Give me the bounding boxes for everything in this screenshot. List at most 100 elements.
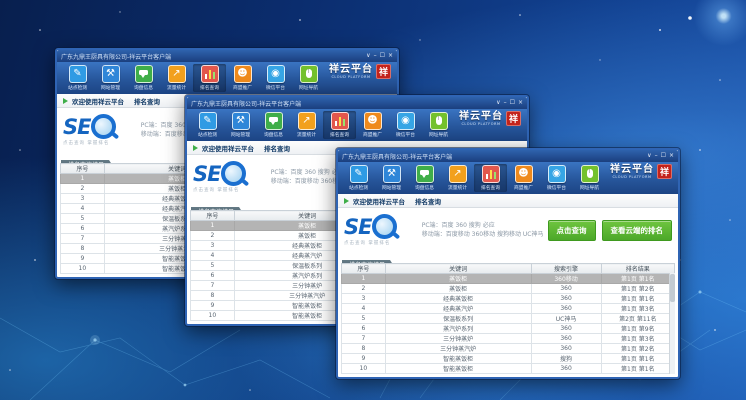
brand-name: 祥云平台 [459,112,503,122]
toolbar-item-label: 排名查询 [475,184,506,191]
toolbar-item-label: 询盘信息 [258,131,289,138]
toolbar-item-site-check[interactable]: ✎站点检测 [191,111,224,139]
alliance-promo-icon: ☻ [364,112,382,130]
col-header-index: 序号 [61,164,105,174]
cloud-rank-button[interactable]: 查看云端的排名 [602,220,673,241]
table-row[interactable]: 7三分钟蒸炉360第1页 第3名 [342,334,675,344]
brand-logo: 祥云平台 CLOUD PLATFORM 祥 [610,164,674,179]
close-button[interactable]: × [518,99,523,107]
table-row[interactable]: 6蒸汽炉系列360第1页 第9名 [342,324,675,334]
minimize-button[interactable]: – [374,52,377,60]
table-row[interactable]: 3经典蒸饭柜360第1页 第1名 [342,294,675,304]
site-nav-icon [581,165,599,183]
toolbar-item-site-manage[interactable]: ⚒网站管理 [94,64,127,92]
welcome-text: 欢迎使用祥云平台 [353,196,405,206]
table-row[interactable]: 8三分钟蒸汽炉360第1页 第2名 [342,344,675,354]
toolbar-item-label: 站点检测 [192,131,223,138]
seo-logo: SE 点击查询 掌握排名 [63,114,137,146]
table-header-row: 序号 关键词 搜索引擎 排名结果 [342,264,675,274]
toolbar-item-label: 网址导航 [293,84,324,91]
results-table: 序号 关键词 搜索引擎 排名结果 1蒸饭柜360移动第1页 第1名2蒸饭柜360… [341,263,675,374]
toolbar-item-site-nav[interactable]: 网址导航 [573,164,606,192]
window-titlebar[interactable]: 广东九鼎王厨具有限公司-祥云平台客户端 ∨–☐× [57,50,397,62]
welcome-text: 欢迎使用祥云平台 [72,96,124,106]
window-controls: ∨–☐× [496,99,523,107]
welcome-text: 欢迎使用祥云平台 [202,143,254,153]
close-button[interactable]: × [669,152,674,160]
brand-logo: 祥云平台 CLOUD PLATFORM 祥 [459,111,523,126]
table-row[interactable]: 4经典蒸汽炉360第1页 第3名 [342,304,675,314]
table-row[interactable]: 5保温板系列UC神马第2页 第11名 [342,314,675,324]
toolbar-item-inquiry-info[interactable]: 询盘信息 [408,164,441,192]
toolbar-item-rank-query[interactable]: 排名查询 [323,111,356,139]
toolbar-item-site-manage[interactable]: ⚒网站管理 [224,111,257,139]
toolbar-item-traffic-stats[interactable]: ↗流量统计 [441,164,474,192]
table-row[interactable]: 9智能蒸饭柜搜狗第1页 第1名 [342,354,675,364]
traffic-stats-icon: ↗ [449,165,467,183]
skin-button[interactable]: ∨ [647,152,651,160]
col-header-rank: 排名结果 [601,264,674,274]
toolbar-item-inquiry-info[interactable]: 询盘信息 [127,64,160,92]
site-check-icon: ✎ [350,165,368,183]
alliance-promo-icon: ☻ [234,65,252,83]
maximize-button[interactable]: ☐ [380,52,385,60]
table-row[interactable]: 2蒸饭柜360第1页 第2名 [342,284,675,294]
toolbar-item-traffic-stats[interactable]: ↗流量统计 [160,64,193,92]
toolbar-item-label: 排名查询 [194,84,225,91]
table-row[interactable]: 1蒸饭柜360移动第1页 第1名 [342,274,675,284]
toolbar-item-traffic-stats[interactable]: ↗流量统计 [290,111,323,139]
pc-engines-line: PC端：百度 360 搜狗 必应 [422,221,544,230]
skin-button[interactable]: ∨ [366,52,370,60]
window-title: 广东九鼎王厨具有限公司-祥云平台客户端 [342,152,647,161]
maximize-button[interactable]: ☐ [661,152,666,160]
results-table-body: 1蒸饭柜360移动第1页 第1名2蒸饭柜360第1页 第2名3经典蒸饭柜360第… [342,274,675,374]
toolbar-item-site-check[interactable]: ✎站点检测 [342,164,375,192]
toolbar-item-label: 微信平台 [541,184,572,191]
wechat-platform-icon: ◉ [267,65,285,83]
toolbar-item-label: 微信平台 [390,131,421,138]
window-titlebar[interactable]: 广东九鼎王厨具有限公司-祥云平台客户端 ∨–☐× [338,150,678,162]
seo-logo-text: SE [193,164,220,184]
skin-button[interactable]: ∨ [496,99,500,107]
app-window: 广东九鼎王厨具有限公司-祥云平台客户端 ∨–☐× ✎站点检测⚒网站管理询盘信息↗… [336,148,680,379]
toolbar-item-label: 流量统计 [161,84,192,91]
inquiry-info-icon [265,112,283,130]
brand-name: 祥云平台 [329,65,373,75]
toolbar-item-wechat-platform[interactable]: ◉微信平台 [540,164,573,192]
toolbar-item-alliance-promo[interactable]: ☻商盟推广 [226,64,259,92]
minimize-button[interactable]: – [504,99,507,107]
table-row[interactable]: 10智能蒸饭柜360第1页 第1名 [342,364,675,374]
toolbar-item-inquiry-info[interactable]: 询盘信息 [257,111,290,139]
toolbar-item-alliance-promo[interactable]: ☻商盟推广 [356,111,389,139]
window-controls: ∨–☐× [366,52,393,60]
main-toolbar: ✎站点检测⚒网站管理询盘信息↗流量统计排名查询☻商盟推广◉微信平台网址导航 祥云… [57,62,397,94]
brand-logo: 祥云平台 CLOUD PLATFORM 祥 [329,64,393,79]
toolbar-item-site-nav[interactable]: 网址导航 [422,111,455,139]
toolbar-item-rank-query[interactable]: 排名查询 [474,164,507,192]
flag-icon [63,98,68,104]
toolbar-item-site-manage[interactable]: ⚒网站管理 [375,164,408,192]
toolbar-item-site-nav[interactable]: 网址导航 [292,64,325,92]
rank-query-icon [201,65,219,83]
toolbar-item-rank-query[interactable]: 排名查询 [193,64,226,92]
breadcrumb-bar: 欢迎使用祥云平台 排名查询 [338,194,678,208]
toolbar-item-site-check[interactable]: ✎站点检测 [61,64,94,92]
brand-subtitle: CLOUD PLATFORM [461,122,500,126]
table-scrollbar[interactable] [669,273,675,374]
toolbar-item-wechat-platform[interactable]: ◉微信平台 [389,111,422,139]
magnifier-icon [221,161,246,186]
rank-query-icon [482,165,500,183]
toolbar-item-label: 排名查询 [324,131,355,138]
window-titlebar[interactable]: 广东九鼎王厨具有限公司-祥云平台客户端 ∨–☐× [187,97,527,109]
brand-subtitle: CLOUD PLATFORM [331,75,370,79]
query-button[interactable]: 点击查询 [548,220,596,241]
main-toolbar: ✎站点检测⚒网站管理询盘信息↗流量统计排名查询☻商盟推广◉微信平台网址导航 祥云… [338,162,678,194]
toolbar-item-wechat-platform[interactable]: ◉微信平台 [259,64,292,92]
close-button[interactable]: × [388,52,393,60]
toolbar-item-alliance-promo[interactable]: ☻商盟推广 [507,164,540,192]
seo-tagline: 点击查询 掌握排名 [344,240,390,246]
minimize-button[interactable]: – [655,152,658,160]
maximize-button[interactable]: ☐ [510,99,515,107]
seo-logo-text: SE [63,117,90,137]
seo-panel: SE 点击查询 掌握排名 PC端：百度 360 搜狗 必应 移动端：百度移动 3… [338,208,678,252]
